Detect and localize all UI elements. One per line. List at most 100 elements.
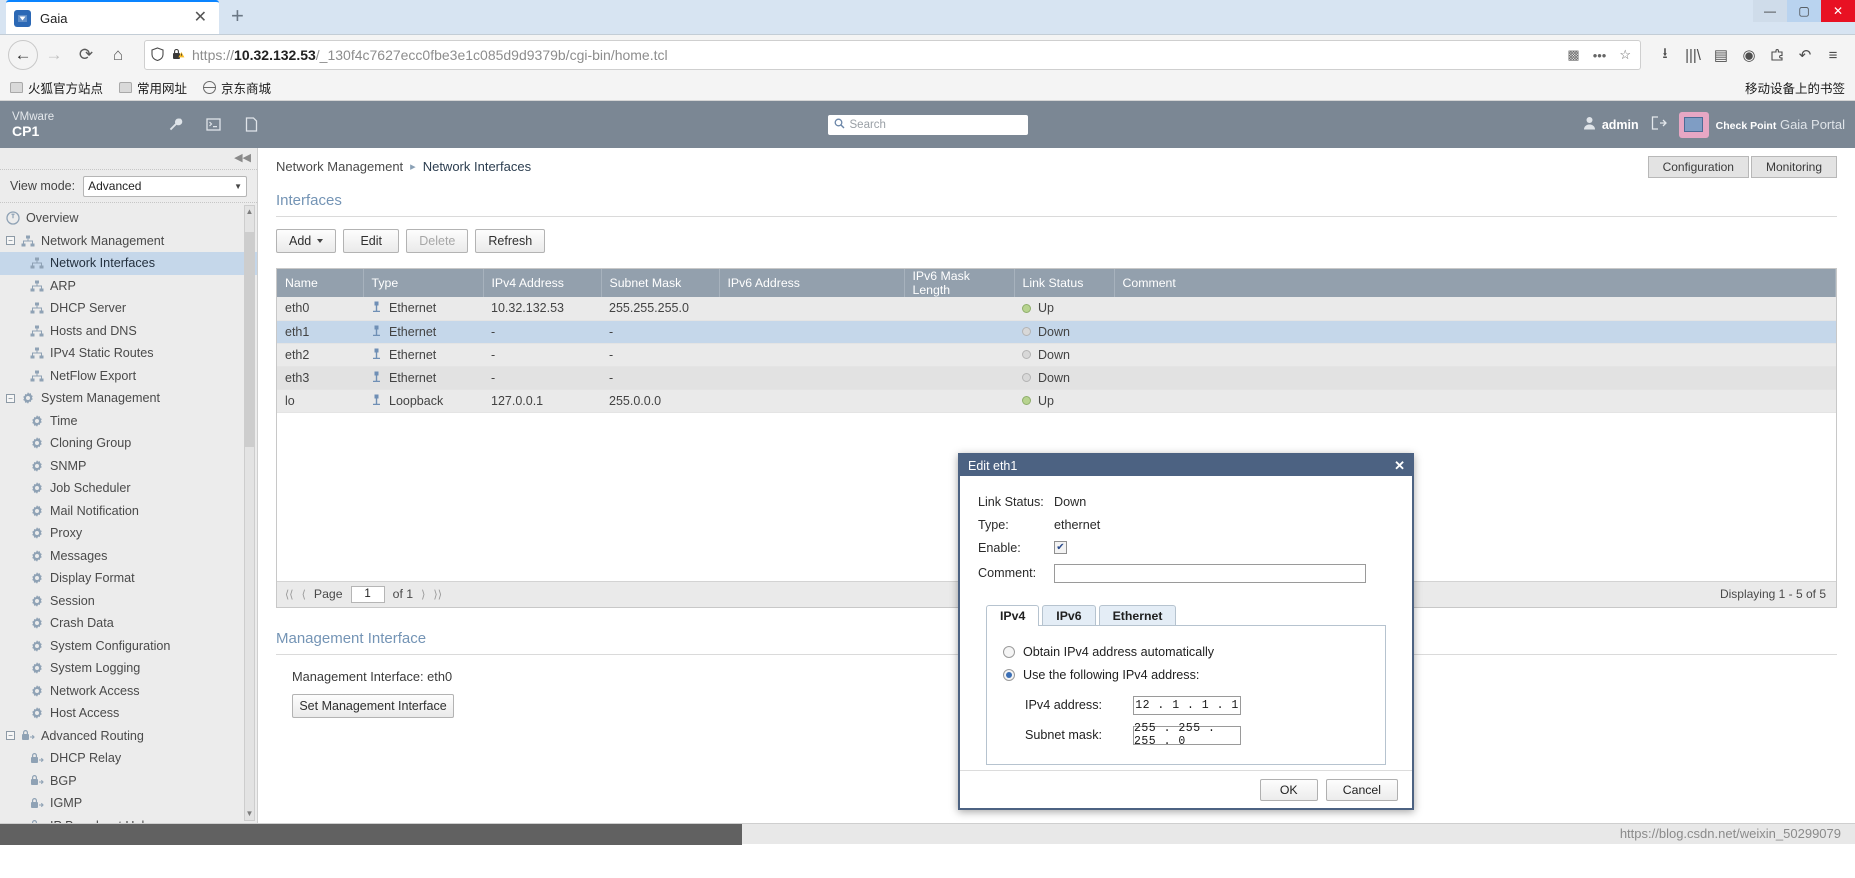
comment-input[interactable] xyxy=(1054,563,1366,583)
sidebar-item-dhcp-relay[interactable]: DHCP Relay xyxy=(0,747,257,770)
new-tab-button[interactable]: + xyxy=(219,5,254,29)
page-next-icon[interactable]: ⟩ xyxy=(421,588,425,601)
set-management-interface-button[interactable]: Set Management Interface xyxy=(292,693,454,718)
radio-use-following[interactable]: Use the following IPv4 address: xyxy=(987,663,1385,686)
sidebar-item-snmp[interactable]: SNMP xyxy=(0,455,257,478)
expander-icon[interactable]: − xyxy=(6,236,15,246)
sidebar-item-cloning-group[interactable]: Cloning Group xyxy=(0,432,257,455)
column-header[interactable]: Link Status xyxy=(1014,269,1115,297)
column-header[interactable]: Comment xyxy=(1114,269,1836,297)
sidebar-item-arp[interactable]: ARP xyxy=(0,275,257,298)
scroll-down-icon[interactable]: ▼ xyxy=(245,808,254,820)
sidebar-item-advanced-routing[interactable]: − Advanced Routing xyxy=(0,725,257,748)
page-first-icon[interactable]: ⟨⟨ xyxy=(285,588,294,601)
column-header[interactable]: IPv6 Mask Length xyxy=(904,269,1015,297)
sidebar-item-network-management[interactable]: − Network Management xyxy=(0,230,257,253)
ipv4-address-input[interactable]: 12 . 1 . 1 . 1 xyxy=(1133,695,1241,715)
sidebar-item-time[interactable]: Time xyxy=(0,410,257,433)
cancel-button[interactable]: Cancel xyxy=(1325,778,1398,801)
dialog-tab-ethernet[interactable]: Ethernet xyxy=(1098,605,1177,626)
sidebar-item-display-format[interactable]: Display Format xyxy=(0,567,257,590)
sidebar-item-system-configuration[interactable]: System Configuration xyxy=(0,635,257,658)
enable-checkbox[interactable]: ✔ xyxy=(1054,541,1067,554)
browser-tab[interactable]: Gaia ✕ xyxy=(6,0,219,34)
user-chip[interactable]: admin xyxy=(1583,116,1639,133)
sidebar-item-proxy[interactable]: Proxy xyxy=(0,522,257,545)
radio-obtain-auto[interactable]: Obtain IPv4 address automatically xyxy=(987,640,1385,663)
ok-button[interactable]: OK xyxy=(1259,778,1318,801)
sidebar-item-messages[interactable]: Messages xyxy=(0,545,257,568)
sidebar-scrollbar[interactable]: ▲ ▼ xyxy=(244,205,255,821)
url-bar[interactable]: https://10.32.132.53/_130f4c7627ecc0fbe3… xyxy=(144,40,1641,70)
bookmark-item[interactable]: 火狐官方站点 xyxy=(10,78,103,97)
sidebar-item-network-interfaces[interactable]: Network Interfaces xyxy=(0,252,257,275)
sidebar-collapse-button[interactable]: ◀◀ xyxy=(0,148,257,170)
page-actions-menu-icon[interactable]: ••• xyxy=(1590,48,1610,63)
column-header[interactable]: IPv6 Address xyxy=(719,269,905,297)
bookmark-item[interactable]: 常用网址 xyxy=(119,78,187,97)
dialog-tab-ipv6[interactable]: IPv6 xyxy=(1042,605,1096,626)
sidebar-item-network-access[interactable]: Network Access xyxy=(0,680,257,703)
sidebar-item-hosts-and-dns[interactable]: Hosts and DNS xyxy=(0,320,257,343)
download-icon[interactable]: ⭳ xyxy=(1651,41,1679,69)
subnet-mask-input[interactable]: 255 . 255 . 255 . 0 xyxy=(1133,722,1241,748)
mobile-bookmarks-item[interactable]: 移动设备上的书签 xyxy=(1740,78,1845,97)
terminal-icon[interactable] xyxy=(203,115,223,135)
sidebar-item-crash-data[interactable]: Crash Data xyxy=(0,612,257,635)
account-icon[interactable]: ◉ xyxy=(1735,41,1763,69)
bookmark-star-icon[interactable]: ☆ xyxy=(1616,47,1634,63)
add-button[interactable]: Add xyxy=(276,229,337,253)
sidebar-item-session[interactable]: Session xyxy=(0,590,257,613)
sidebar-icon[interactable]: ▤ xyxy=(1707,41,1735,69)
refresh-button[interactable]: Refresh xyxy=(475,229,546,253)
sidebar-item-ip-broadcast-helper[interactable]: IP Broadcast Helper xyxy=(0,815,257,823)
page-last-icon[interactable]: ⟩⟩ xyxy=(433,588,442,601)
scrollbar-thumb[interactable] xyxy=(245,232,254,447)
expander-icon[interactable]: − xyxy=(6,393,15,403)
history-back-icon[interactable]: ↶ xyxy=(1791,41,1819,69)
tab-configuration[interactable]: Configuration xyxy=(1647,156,1749,178)
extension-icon[interactable] xyxy=(1763,41,1791,69)
logout-icon[interactable] xyxy=(1651,115,1667,134)
column-header[interactable]: IPv4 Address xyxy=(483,269,602,297)
view-mode-select[interactable]: Advanced ▼ xyxy=(83,175,247,197)
table-row[interactable]: eth0 Ethernet 10.32.132.53 255.255.255.0 Up xyxy=(277,297,1836,321)
window-minimize-button[interactable]: — xyxy=(1753,0,1787,22)
bookmark-item[interactable]: 京东商城 xyxy=(203,78,271,97)
app-menu-icon[interactable]: ≡ xyxy=(1819,41,1847,69)
window-close-button[interactable]: ✕ xyxy=(1821,0,1855,22)
sidebar-item-job-scheduler[interactable]: Job Scheduler xyxy=(0,477,257,500)
window-maximize-button[interactable]: ▢ xyxy=(1787,0,1821,22)
sidebar-item-overview[interactable]: Overview xyxy=(0,207,257,230)
page-input[interactable]: 1 xyxy=(350,585,385,603)
tab-monitoring[interactable]: Monitoring xyxy=(1750,156,1837,178)
table-row[interactable]: lo Loopback 127.0.0.1 255.0.0.0 Up xyxy=(277,389,1836,413)
column-header[interactable]: Name xyxy=(277,269,364,297)
column-header[interactable]: Subnet Mask xyxy=(601,269,720,297)
sidebar-item-netflow-export[interactable]: NetFlow Export xyxy=(0,365,257,388)
back-icon[interactable]: ← xyxy=(8,40,38,70)
column-header[interactable]: Type xyxy=(363,269,484,297)
edit-button[interactable]: Edit xyxy=(343,229,400,253)
breadcrumb-parent[interactable]: Network Management xyxy=(276,159,403,174)
reload-icon[interactable]: ⟳ xyxy=(70,39,102,71)
sidebar-item-ipv4-static-routes[interactable]: IPv4 Static Routes xyxy=(0,342,257,365)
table-row[interactable]: eth2 Ethernet - - Down xyxy=(277,343,1836,367)
page-prev-icon[interactable]: ⟨ xyxy=(302,588,306,601)
sidebar-item-system-management[interactable]: − System Management xyxy=(0,387,257,410)
search-input[interactable]: Search xyxy=(827,114,1028,135)
sidebar-item-system-logging[interactable]: System Logging xyxy=(0,657,257,680)
forward-icon[interactable]: → xyxy=(38,39,70,71)
document-icon[interactable] xyxy=(241,115,261,135)
library-icon[interactable]: |||\ xyxy=(1679,41,1707,69)
tab-close-icon[interactable]: ✕ xyxy=(190,10,211,26)
sidebar-item-mail-notification[interactable]: Mail Notification xyxy=(0,500,257,523)
table-row[interactable]: eth1 Ethernet - - Down xyxy=(277,320,1836,344)
sidebar-item-igmp[interactable]: IGMP xyxy=(0,792,257,815)
sidebar-item-dhcp-server[interactable]: DHCP Server xyxy=(0,297,257,320)
dialog-tab-ipv4[interactable]: IPv4 xyxy=(986,605,1040,626)
scroll-up-icon[interactable]: ▲ xyxy=(245,206,254,218)
sidebar-item-bgp[interactable]: BGP xyxy=(0,770,257,793)
qr-icon[interactable]: ▩ xyxy=(1564,47,1582,63)
home-icon[interactable]: ⌂ xyxy=(102,39,134,71)
